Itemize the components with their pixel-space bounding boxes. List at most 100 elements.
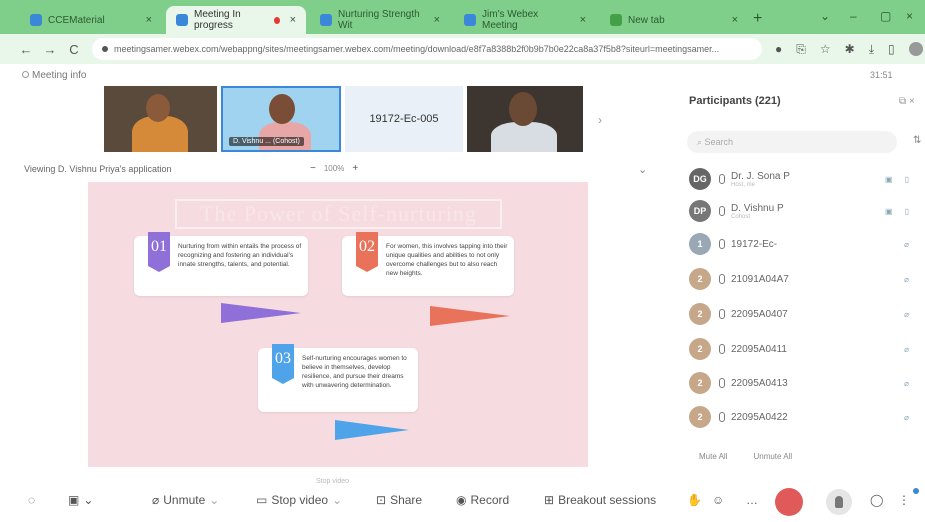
orange-pennant-shape	[430, 306, 510, 326]
participant-name: 22095A0422	[731, 411, 788, 423]
unmute-button[interactable]: ⌀ Unmute ⌄	[152, 493, 219, 507]
bookmark-star-icon[interactable]: ☆	[820, 42, 831, 57]
participants-toggle-button[interactable]	[826, 489, 852, 515]
browser-actions: ● ⎘ ☆ ✱ ⤓ ▯ ⋮	[775, 42, 925, 57]
maximize-icon[interactable]: ▢	[880, 9, 891, 23]
stop-video-button[interactable]: ▭ Stop video ⌄	[256, 493, 342, 507]
name-text: Dr. J. Sona P	[731, 170, 790, 182]
sort-icon[interactable]: ⇅	[913, 135, 921, 146]
reactions-icon[interactable]: ☺	[712, 493, 724, 507]
mic-icon[interactable]	[719, 174, 725, 184]
stop-video-label: Stop video	[271, 493, 329, 507]
camera-status-icon: ▣	[885, 206, 893, 216]
video-tile[interactable]	[104, 86, 217, 152]
video-tile[interactable]	[467, 86, 583, 152]
participant-row[interactable]: 1 19172-Ec- ⌀	[689, 231, 909, 257]
captions-button[interactable]: ▣ ⌄	[68, 493, 93, 507]
role-text: Cohost	[731, 213, 751, 220]
participant-row[interactable]: 2 22095A0422 ⌀	[689, 404, 909, 430]
participant-search-input[interactable]: ⌕ Search	[687, 131, 897, 153]
close-window-icon[interactable]: ×	[906, 9, 913, 23]
participant-name-label: 19172-Ec-005	[369, 113, 439, 125]
layout-icon[interactable]: ◌	[28, 493, 35, 507]
close-tab-icon[interactable]: ×	[434, 14, 440, 26]
view-options-icon[interactable]: ⌄	[638, 163, 647, 176]
close-tab-icon[interactable]: ×	[146, 14, 152, 26]
participant-row[interactable]: DG Dr. J. Sona P Host, me ▣ ▯	[689, 166, 909, 192]
avatar: DG	[689, 168, 711, 190]
participant-name: 19172-Ec-	[731, 238, 778, 250]
address-bar[interactable]: meetingsamer.webex.com/webappng/sites/me…	[92, 38, 762, 60]
new-tab-button[interactable]: +	[753, 10, 762, 28]
extensions-icon[interactable]: ✱	[845, 42, 855, 57]
slide-card-02: 02 For women, this involves tapping into…	[342, 232, 514, 296]
share-page-icon[interactable]: ⎘	[796, 42, 806, 57]
tab-search-icon[interactable]: ⌄	[820, 9, 830, 23]
mic-icon[interactable]	[719, 239, 725, 249]
share-button[interactable]: ⊡ Share	[376, 493, 422, 507]
participant-row[interactable]: 2 22095A0413 ⌀	[689, 370, 909, 396]
mic-icon[interactable]	[719, 274, 725, 284]
record-button[interactable]: ◉ Record	[456, 493, 509, 507]
avatar: 2	[689, 338, 711, 360]
more-options-icon[interactable]: …	[746, 493, 758, 507]
number-badge: 01	[148, 232, 170, 272]
tab-new-tab[interactable]: New tab ×	[600, 6, 748, 34]
participant-row[interactable]: 2 21091A04A7 ⌀	[689, 266, 909, 292]
tab-favicon-icon	[30, 14, 42, 26]
avatar: 2	[689, 406, 711, 428]
participant-row[interactable]: 2 22095A0407 ⌀	[689, 301, 909, 327]
browser-tab-strip: CCEMaterial × Meeting In progress × Nurt…	[0, 0, 925, 34]
unmute-label: Unmute	[163, 493, 206, 507]
more-panels-icon[interactable]: ⋮	[898, 493, 910, 507]
close-tab-icon[interactable]: ×	[732, 14, 738, 26]
leave-meeting-button[interactable]	[775, 488, 803, 516]
webex-favicon-icon	[176, 14, 188, 26]
close-tab-icon[interactable]: ×	[580, 14, 586, 26]
unmute-all-button[interactable]: Unmute All	[753, 452, 792, 461]
download-icon[interactable]: ⤓	[869, 42, 874, 57]
zoom-in-button[interactable]: +	[352, 163, 358, 174]
tab-webex-meeting[interactable]: Jim's Webex Meeting ×	[454, 6, 596, 34]
participant-name: 22095A0413	[731, 377, 788, 389]
mic-icon[interactable]	[719, 378, 725, 388]
forward-icon[interactable]: →	[38, 42, 62, 57]
breakout-sessions-button[interactable]: ⊞ Breakout sessions	[544, 493, 656, 507]
camera-icon: ▭	[256, 493, 268, 507]
avatar: 2	[689, 303, 711, 325]
side-panel-icon[interactable]: ▯	[888, 42, 895, 57]
back-icon[interactable]: ←	[14, 42, 38, 57]
search-icon: ⌕	[697, 136, 705, 147]
tab-cce-material[interactable]: CCEMaterial ×	[20, 6, 162, 34]
zoom-control: − 100% +	[310, 163, 358, 174]
zoom-out-button[interactable]: −	[310, 163, 316, 174]
next-videos-icon[interactable]: ›	[598, 113, 602, 127]
participant-row[interactable]: 2 22095A0411 ⌀	[689, 336, 909, 362]
mute-all-button[interactable]: Mute All	[699, 452, 727, 461]
mic-status-icon: ▯	[904, 206, 909, 216]
camera-permission-icon[interactable]: ●	[775, 42, 782, 57]
tab-nurturing-strength[interactable]: Nurturing Strength Wit ×	[310, 6, 450, 34]
video-tile-active-speaker[interactable]: D. Vishnu ... (Cohost)	[221, 86, 341, 152]
profile-avatar[interactable]	[908, 42, 923, 56]
close-tab-icon[interactable]: ×	[290, 14, 296, 26]
browser-toolbar: ← → C meetingsamer.webex.com/webappng/si…	[0, 34, 925, 64]
mic-icon[interactable]	[719, 412, 725, 422]
panel-options-icon[interactable]: ⧉ ×	[899, 96, 915, 107]
chat-icon[interactable]: ◯	[870, 493, 883, 507]
minimize-icon[interactable]: –	[850, 9, 857, 23]
video-tile-no-camera[interactable]: 19172-Ec-005	[345, 86, 463, 152]
meeting-info-button[interactable]: Meeting info	[22, 70, 86, 81]
participant-row[interactable]: DP D. Vishnu P Cohost ▣ ▯	[689, 198, 909, 224]
mic-muted-icon: ⌀	[904, 239, 909, 249]
zoom-level[interactable]: 100%	[324, 164, 344, 173]
reload-icon[interactable]: C	[62, 42, 86, 57]
tab-title: Meeting In progress	[194, 9, 241, 31]
search-placeholder: Search	[704, 137, 734, 147]
mic-icon[interactable]	[719, 309, 725, 319]
mic-icon[interactable]	[719, 344, 725, 354]
site-info-icon[interactable]	[102, 46, 108, 52]
raise-hand-icon[interactable]: ✋	[687, 493, 702, 507]
mic-icon[interactable]	[719, 206, 725, 216]
tab-meeting-in-progress[interactable]: Meeting In progress ×	[166, 6, 306, 34]
